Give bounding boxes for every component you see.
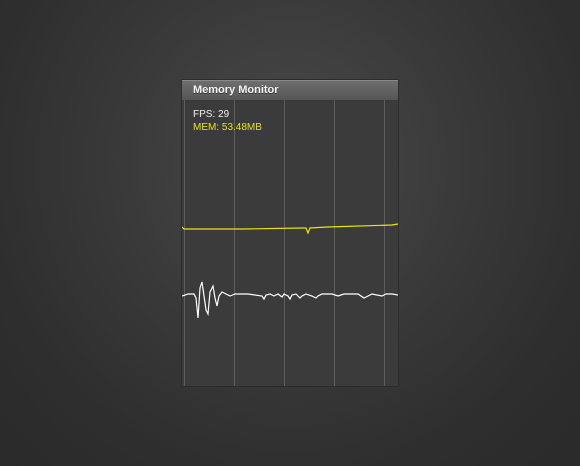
memory-readout: MEM: 53.48MB bbox=[193, 122, 262, 133]
window-titlebar[interactable]: Memory Monitor bbox=[182, 80, 398, 100]
monitor-graph bbox=[182, 223, 398, 319]
fps-line bbox=[182, 281, 398, 319]
window-title: Memory Monitor bbox=[193, 84, 279, 96]
memory-usage-line bbox=[182, 223, 398, 235]
fps-readout: FPS: 29 bbox=[193, 109, 230, 120]
memory-monitor-panel: Memory Monitor FPS: 29 MEM: 53.48MB bbox=[182, 80, 398, 386]
